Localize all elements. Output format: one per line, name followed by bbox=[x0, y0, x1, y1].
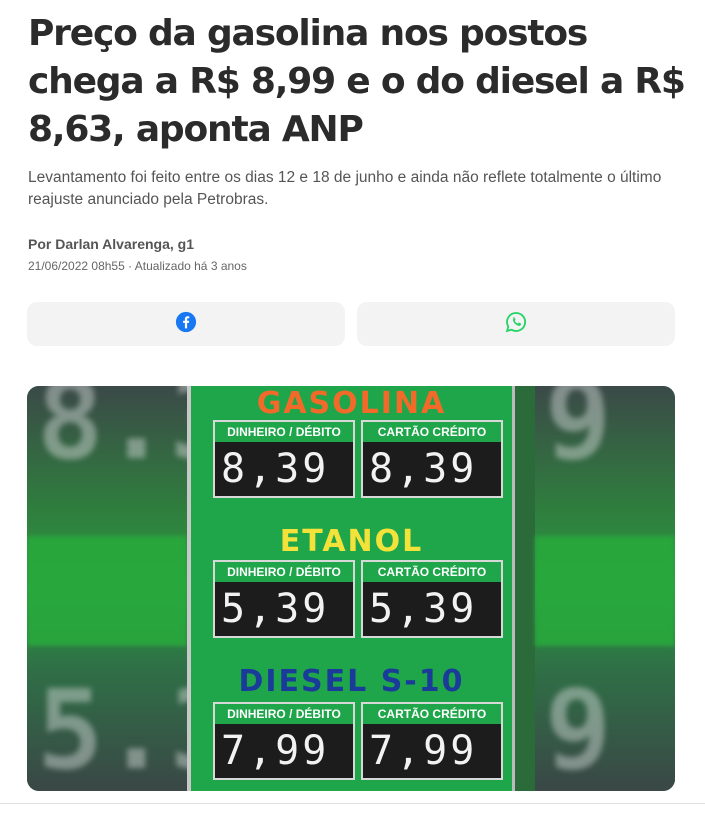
fuel-name-diesel: DIESEL S-10 bbox=[238, 664, 465, 699]
photo-blur-right: 9 9 bbox=[535, 386, 675, 791]
divider bbox=[0, 803, 705, 804]
facebook-icon bbox=[175, 311, 197, 338]
price-value: 7,99 bbox=[369, 728, 478, 774]
price-value: 8,39 bbox=[221, 446, 330, 492]
price-box: DINHEIRO / DÉBITO 5,39 bbox=[213, 560, 355, 638]
article-photo-fuel-prices[interactable]: 8.3 5.3 9 9 GASOLINA DINHEIRO / DÉBITO 8… bbox=[27, 386, 675, 791]
whatsapp-icon bbox=[505, 311, 527, 338]
fuel-name-etanol: ETANOL bbox=[279, 524, 424, 559]
price-box: DINHEIRO / DÉBITO 7,99 bbox=[213, 702, 355, 780]
price-sign-panel: GASOLINA DINHEIRO / DÉBITO 8,39 CARTÃO C… bbox=[187, 386, 515, 791]
price-label: CARTÃO CRÉDITO bbox=[363, 562, 501, 582]
price-value: 7,99 bbox=[221, 728, 330, 774]
share-whatsapp-button[interactable] bbox=[357, 302, 675, 346]
price-box: CARTÃO CRÉDITO 5,39 bbox=[361, 560, 503, 638]
fuel-name-gasolina: GASOLINA bbox=[256, 386, 447, 421]
author-byline[interactable]: Por Darlan Alvarenga, g1 bbox=[28, 236, 194, 252]
price-value: 8,39 bbox=[369, 446, 478, 492]
share-facebook-button[interactable] bbox=[27, 302, 345, 346]
price-value: 5,39 bbox=[221, 586, 330, 632]
price-label: DINHEIRO / DÉBITO bbox=[215, 562, 353, 582]
price-label: DINHEIRO / DÉBITO bbox=[215, 422, 353, 442]
price-box: DINHEIRO / DÉBITO 8,39 bbox=[213, 420, 355, 498]
article-subtitle: Levantamento foi feito entre os dias 12 … bbox=[28, 169, 662, 208]
price-box: CARTÃO CRÉDITO 8,39 bbox=[361, 420, 503, 498]
photo-blur-left: 8.3 5.3 bbox=[27, 386, 236, 791]
price-label: CARTÃO CRÉDITO bbox=[363, 704, 501, 724]
publish-date: 21/06/2022 08h55 · Atualizado há 3 anos bbox=[28, 259, 247, 273]
price-label: CARTÃO CRÉDITO bbox=[363, 422, 501, 442]
price-label: DINHEIRO / DÉBITO bbox=[215, 704, 353, 724]
price-box: CARTÃO CRÉDITO 7,99 bbox=[361, 702, 503, 780]
price-value: 5,39 bbox=[369, 586, 478, 632]
article-headline: Preço da gasolina nos postos chega a R$ … bbox=[28, 13, 686, 150]
